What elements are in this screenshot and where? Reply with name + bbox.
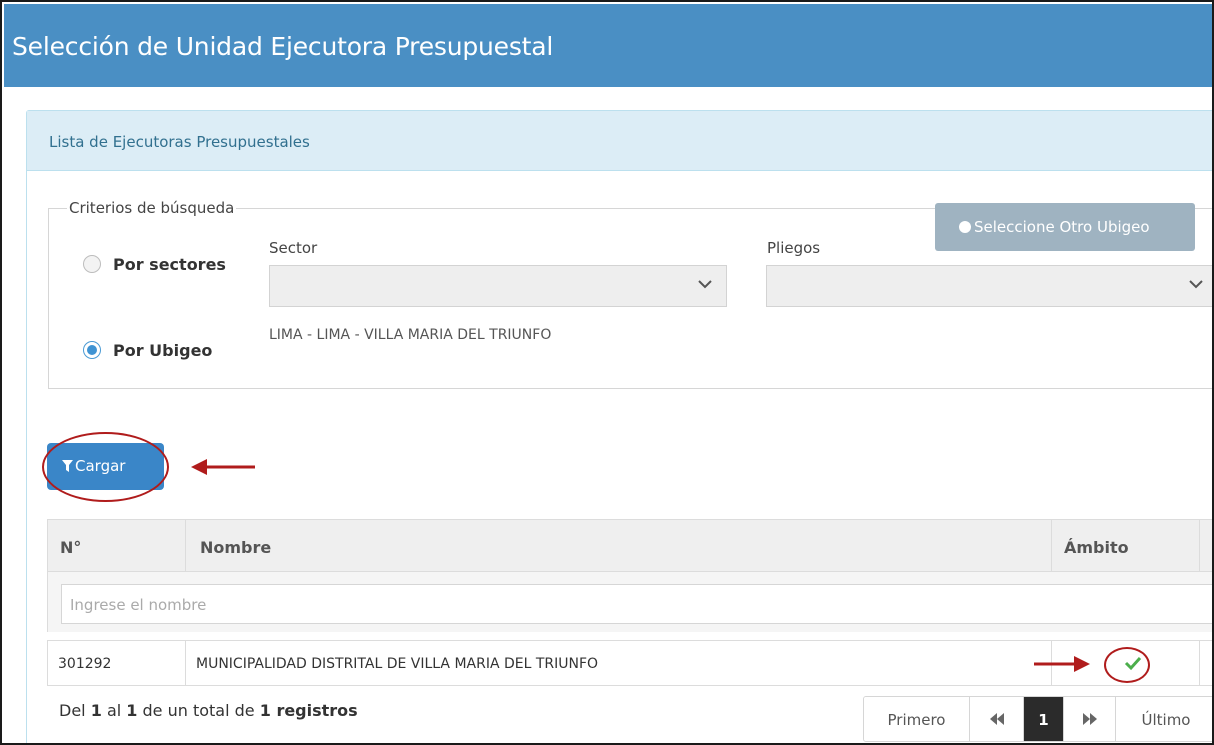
annotation-arrow-right: [1034, 656, 1090, 672]
page-prev-button[interactable]: [970, 697, 1024, 741]
seleccione-otro-ubigeo-button[interactable]: Seleccione Otro Ubigeo: [935, 203, 1195, 251]
page-1-button[interactable]: 1: [1024, 697, 1064, 741]
fast-backward-icon: [989, 713, 1004, 725]
radio-label-sectores[interactable]: Por sectores: [113, 255, 226, 274]
sector-label: Sector: [269, 239, 318, 257]
ubigeo-value: LIMA - LIMA - VILLA MARIA DEL TRIUNFO: [269, 327, 552, 343]
pliegos-label: Pliegos: [767, 239, 821, 257]
annotation-circle-check: [1104, 647, 1150, 683]
summary-prefix: Del: [59, 701, 86, 720]
fast-forward-icon: [1082, 713, 1097, 725]
table-header: N° Nombre Ámbito: [47, 519, 1212, 573]
col-header-numero[interactable]: N°: [48, 520, 186, 573]
annotation-circle: [42, 432, 169, 502]
row-nombre: MUNICIPALIDAD DISTRITAL DE VILLA MARIA D…: [186, 641, 1052, 685]
page-first-button[interactable]: Primero: [864, 697, 970, 741]
chevron-down-icon: [1189, 280, 1203, 289]
window-frame: Selección de Unidad Ejecutora Presupuest…: [0, 0, 1214, 745]
chevron-down-icon: [698, 280, 712, 289]
pliegos-select[interactable]: [766, 265, 1212, 307]
summary-mid2: de un total de: [142, 701, 255, 720]
page-last-button[interactable]: Último: [1116, 697, 1212, 741]
page-next-button[interactable]: [1064, 697, 1116, 741]
window-title: Selección de Unidad Ejecutora Presupuest…: [4, 4, 1212, 87]
annotation-arrow-left: [191, 459, 255, 475]
nombre-filter-input[interactable]: Ingrese el nombre: [61, 584, 1212, 624]
radio-label-ubigeo[interactable]: Por Ubigeo: [113, 341, 212, 360]
criteria-legend: Criterios de búsqueda: [69, 199, 235, 217]
table-filter-row: Ingrese el nombre: [47, 572, 1212, 632]
row-numero: 301292: [48, 641, 186, 685]
globe-icon: [959, 221, 971, 233]
pagination: Primero 1 Último: [863, 696, 1212, 742]
summary-total: 1 registros: [259, 701, 358, 720]
sector-select[interactable]: [269, 265, 727, 307]
summary-from: 1: [90, 701, 102, 720]
records-summary: Del 1 al 1 de un total de 1 registros: [59, 701, 358, 720]
summary-to: 1: [126, 701, 138, 720]
summary-mid1: al: [106, 701, 122, 720]
radio-por-sectores[interactable]: [83, 255, 101, 273]
col-header-ambito[interactable]: Ámbito: [1052, 520, 1200, 573]
panel-heading: Lista de Ejecutoras Presupuestales: [27, 111, 1212, 171]
radio-por-ubigeo[interactable]: [83, 341, 101, 359]
otro-ubigeo-label: Seleccione Otro Ubigeo: [974, 218, 1150, 236]
col-header-nombre[interactable]: Nombre: [186, 520, 1052, 573]
